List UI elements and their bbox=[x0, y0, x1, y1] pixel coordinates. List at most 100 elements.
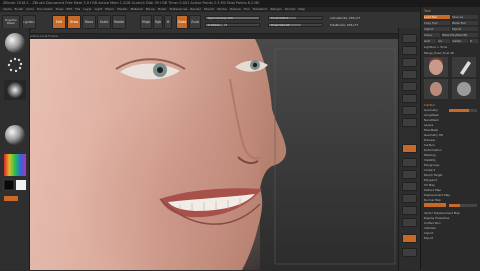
visible-button[interactable]: Visible bbox=[452, 39, 468, 43]
subtool-geometry-hd[interactable]: Geometry HD bbox=[424, 133, 478, 137]
sdiv-slider[interactable] bbox=[449, 109, 477, 112]
left-shelf bbox=[0, 28, 30, 270]
subtool-header[interactable]: SubTool bbox=[424, 103, 478, 107]
transp-button[interactable] bbox=[402, 248, 417, 257]
lightbox-label: LightBox bbox=[23, 20, 35, 24]
subtool-polypaint[interactable]: Polypaint bbox=[424, 178, 478, 182]
frame-button[interactable] bbox=[402, 182, 417, 191]
subtool-preview[interactable]: Preview bbox=[424, 138, 478, 142]
goz-button[interactable]: GoZ bbox=[424, 39, 436, 43]
head-thumbnail-icon[interactable] bbox=[424, 57, 448, 77]
m-button[interactable]: M bbox=[164, 15, 172, 29]
subtool-display-properties[interactable]: Display Properties bbox=[424, 216, 478, 220]
zoom3d-button[interactable] bbox=[402, 206, 417, 215]
lsym-button[interactable] bbox=[402, 158, 417, 167]
paste-tool-button[interactable]: Paste Tool bbox=[452, 21, 478, 25]
move-view-button[interactable] bbox=[402, 194, 417, 203]
bpr-button[interactable] bbox=[402, 34, 417, 43]
persp-button[interactable] bbox=[402, 106, 417, 115]
subtool-export[interactable]: Export bbox=[424, 236, 478, 240]
subtool-displacement-map[interactable]: Displacement Map bbox=[424, 193, 478, 197]
subtool-vector-displacement-map[interactable]: Vector Displacement Map bbox=[424, 211, 478, 215]
document-canvas[interactable] bbox=[30, 39, 398, 270]
move-button[interactable]: Move bbox=[82, 15, 96, 29]
edit-label: Edit bbox=[55, 20, 63, 24]
import-button[interactable]: Import bbox=[424, 27, 450, 31]
zsub-button[interactable]: Zsub bbox=[189, 15, 201, 29]
subtool-deformation[interactable]: Deformation bbox=[424, 148, 478, 152]
rotate-label: Rotate bbox=[113, 20, 125, 24]
subtool-texture-map[interactable]: Texture Map bbox=[424, 188, 478, 192]
smooth-slider[interactable] bbox=[449, 204, 477, 207]
subtool-arraymesh[interactable]: ArrayMesh bbox=[424, 113, 478, 117]
subtool-surface[interactable]: Surface bbox=[424, 143, 478, 147]
rgb-intensity-label: Rgb Intensity 100 bbox=[208, 16, 233, 20]
save-as-button[interactable]: Save As bbox=[452, 15, 478, 19]
actual-button[interactable] bbox=[402, 82, 417, 91]
zsub-label: Zsub bbox=[191, 20, 199, 24]
scroll-button[interactable] bbox=[402, 58, 417, 67]
head-thumbnail-2-icon[interactable] bbox=[424, 79, 448, 99]
subtool-fibermesh[interactable]: FiberMesh bbox=[424, 128, 478, 132]
rotate-button[interactable]: Rotate bbox=[112, 15, 126, 29]
subtool-initialize[interactable]: Initialize bbox=[424, 226, 478, 230]
export-button[interactable]: Export bbox=[452, 27, 478, 31]
copy-tool-button[interactable]: Copy Tool bbox=[424, 21, 450, 25]
zadd-button[interactable]: Zadd bbox=[176, 15, 188, 29]
lightbox-tools-link[interactable]: Lightbox > Tools bbox=[424, 45, 478, 49]
subtool-uv-map[interactable]: UV Map bbox=[424, 183, 478, 187]
projection-master-button[interactable]: Projection Master bbox=[2, 15, 20, 29]
subtool-morph-target[interactable]: Morph Target bbox=[424, 173, 478, 177]
spix-button[interactable] bbox=[402, 46, 417, 55]
draw-size-slider[interactable]: Draw Size 64 bbox=[268, 23, 323, 27]
subtool-visibility[interactable]: Visibility bbox=[424, 158, 478, 162]
subtool-polygroups[interactable]: Polygroups bbox=[424, 163, 478, 167]
material-sphere-icon[interactable] bbox=[5, 125, 25, 145]
scale-label: Scale bbox=[99, 20, 109, 24]
alpha-spot-icon[interactable] bbox=[4, 80, 26, 100]
tool-palette-title[interactable]: Tool bbox=[424, 9, 478, 13]
face-sculpt[interactable] bbox=[30, 39, 398, 270]
m-label: M bbox=[166, 20, 170, 24]
aahalf-button[interactable] bbox=[402, 94, 417, 103]
focal-shift-slider[interactable]: Focal Shift 0 bbox=[268, 16, 323, 20]
scale-button[interactable]: Scale bbox=[97, 15, 111, 29]
rgb-button[interactable]: Rgb bbox=[153, 15, 163, 29]
divide-button[interactable] bbox=[424, 203, 446, 207]
rotate-view-button[interactable] bbox=[402, 218, 417, 227]
tool-thumbnails[interactable] bbox=[424, 57, 478, 99]
draw-button[interactable]: Draw bbox=[67, 15, 81, 29]
rgb-intensity-slider[interactable]: Rgb Intensity 100 bbox=[205, 16, 260, 20]
sdiv-fill bbox=[449, 109, 469, 112]
subtool-contact[interactable]: Contact bbox=[424, 168, 478, 172]
edit-button[interactable]: Edit bbox=[52, 15, 66, 29]
mrgb-label: Mrgb bbox=[141, 20, 151, 24]
zoom-button[interactable] bbox=[402, 70, 417, 79]
r-button[interactable]: R bbox=[470, 39, 478, 43]
color-picker-icon[interactable] bbox=[3, 154, 26, 191]
subtool-nanomesh[interactable]: NanoMesh bbox=[424, 118, 478, 122]
local-button[interactable] bbox=[402, 144, 417, 153]
switch-color-button[interactable] bbox=[4, 196, 18, 201]
all-button[interactable]: All bbox=[438, 39, 450, 43]
total-points-readout: TotalPoints: 238,177 bbox=[330, 23, 359, 27]
floor-button[interactable] bbox=[402, 118, 417, 127]
clone-button[interactable]: Clone bbox=[424, 33, 440, 37]
simple-brush-thumbnail-icon[interactable] bbox=[452, 57, 476, 77]
xyz-button[interactable] bbox=[402, 170, 417, 179]
z-intensity-slider[interactable]: Z Intensity 25 bbox=[205, 23, 260, 27]
subtool-import[interactable]: Import bbox=[424, 231, 478, 235]
subtool-layers[interactable]: Layers bbox=[424, 123, 478, 127]
lightbox-button[interactable]: LightBox bbox=[22, 15, 36, 29]
stroke-dots-icon[interactable] bbox=[7, 57, 23, 73]
polymesh-thumbnail-icon[interactable] bbox=[452, 79, 476, 99]
mrgb-button[interactable]: Mrgb bbox=[140, 15, 152, 29]
load-tool-button[interactable]: Load Tool bbox=[424, 15, 450, 19]
projection-master-label: Projection Master bbox=[5, 19, 17, 25]
subtool-normal-map[interactable]: Normal Map bbox=[424, 198, 478, 202]
polyf-button[interactable] bbox=[402, 234, 417, 243]
subtool-masking[interactable]: Masking bbox=[424, 153, 478, 157]
make-polymesh-button[interactable]: Make PolyMesh3D bbox=[442, 33, 478, 37]
subtool-unified-skin[interactable]: Unified Skin bbox=[424, 221, 478, 225]
sphere-brush-icon[interactable] bbox=[5, 33, 25, 53]
